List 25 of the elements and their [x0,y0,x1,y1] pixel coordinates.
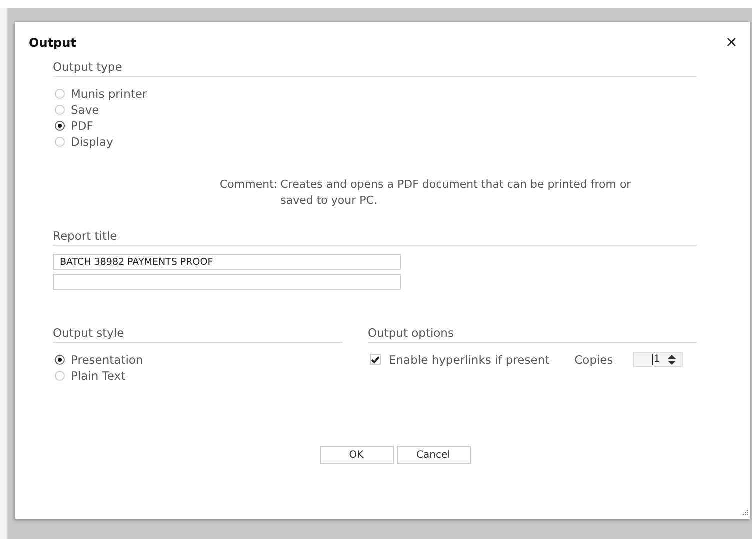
radio-label: Munis printer [71,86,148,100]
dialog-button[interactable]: Cancel [396,446,470,464]
section-heading: Output options [368,326,697,343]
spin-arrows-icon[interactable] [668,354,676,364]
section-heading: Output type [53,60,697,77]
dialog-button[interactable]: OK [320,446,394,464]
checkbox-label: Enable hyperlinks if present [389,352,550,366]
radio-button[interactable] [55,354,65,364]
input-field[interactable]: BATCH 38982 PAYMENTS PROOF [53,254,401,270]
radio-label: Plain Text [71,368,126,382]
section-heading: Output style [53,326,343,343]
copies-label: Copies [574,352,614,366]
section-heading: Report title [53,229,697,246]
dialog-title: Output [29,36,76,50]
comment-label: Comment: [220,177,278,193]
radio-label: Display [71,134,114,148]
radio-button[interactable] [55,120,65,130]
radio-label: Presentation [71,352,144,366]
input-field[interactable] [53,274,401,290]
close-button[interactable]: × [721,35,742,50]
checkbox[interactable] [370,354,381,365]
copies-spinner[interactable]: 1 [633,352,684,367]
comment-text: Creates and opens a PDF document that can be printed from or saved to your PC. [280,177,632,209]
radio-label: PDF [71,118,94,132]
radio-label: Save [71,102,100,116]
